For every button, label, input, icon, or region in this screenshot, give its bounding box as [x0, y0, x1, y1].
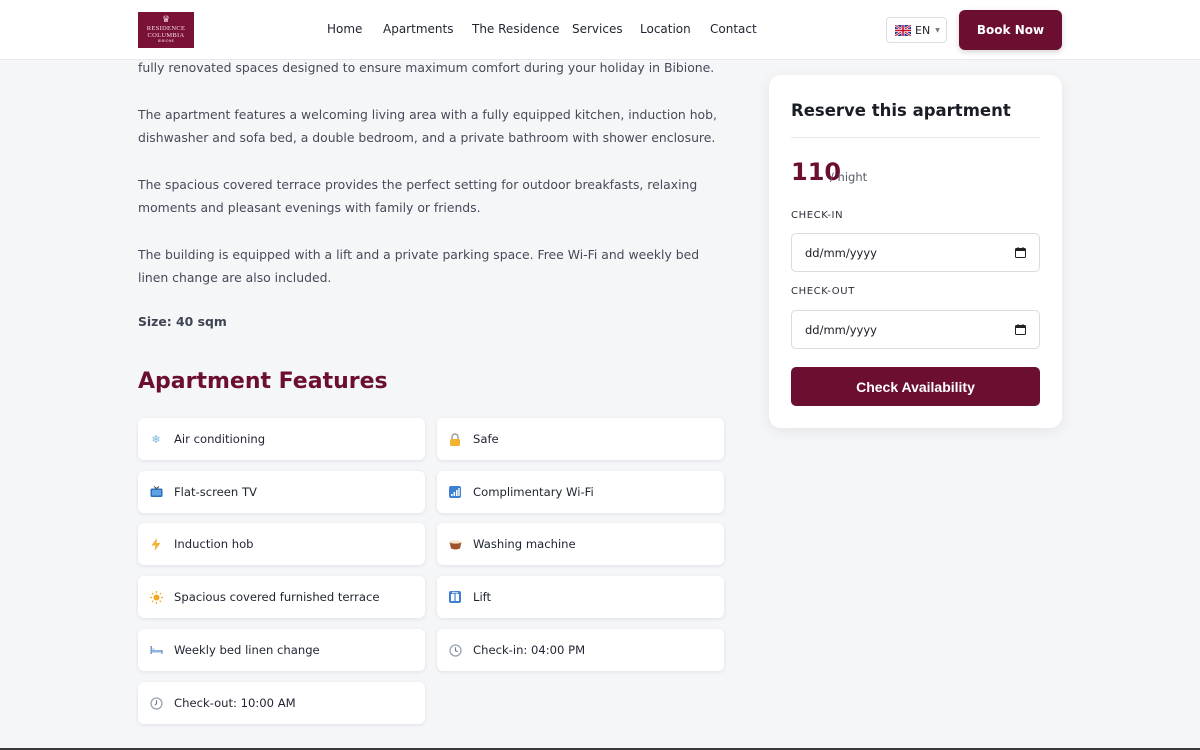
- divider: [791, 137, 1040, 138]
- feature-card: ❄ Air conditioning: [138, 418, 425, 460]
- clock-icon: [448, 643, 462, 657]
- feature-card: Weekly bed linen change: [138, 629, 425, 671]
- booking-title: Reserve this apartment: [791, 101, 1011, 120]
- feature-label: Air conditioning: [174, 432, 266, 446]
- clock-icon: [149, 696, 163, 710]
- nav-services[interactable]: Services: [572, 22, 623, 36]
- booking-card: Reserve this apartment 110 / night CHECK…: [769, 75, 1062, 428]
- check-availability-button[interactable]: Check Availability: [791, 367, 1040, 406]
- checkout-date-input[interactable]: dd/mm/yyyy: [791, 310, 1040, 349]
- uk-flag-icon: [895, 24, 911, 36]
- logo-line-3: BIBIONE: [157, 39, 175, 44]
- signal-bars-icon: [448, 485, 462, 499]
- price-unit: / night: [830, 170, 868, 184]
- checkin-date-value: dd/mm/yyyy: [805, 245, 877, 260]
- nav-the-residence[interactable]: The Residence: [472, 22, 560, 36]
- feature-label: Flat-screen TV: [174, 485, 257, 499]
- chevron-down-icon: ▼: [935, 26, 940, 34]
- nav-apartments[interactable]: Apartments: [383, 22, 453, 36]
- feature-label: Safe: [473, 432, 499, 446]
- checkin-label: CHECK-IN: [791, 210, 844, 221]
- feature-label: Complimentary Wi-Fi: [473, 485, 594, 499]
- feature-card: Washing machine: [437, 523, 724, 565]
- feature-label: Check-out: 10:00 AM: [174, 696, 296, 710]
- language-selector[interactable]: EN ▼: [886, 17, 947, 43]
- description-paragraph: The building is equipped with a lift and…: [138, 246, 700, 286]
- apartment-description: fully renovated spaces designed to ensur…: [138, 56, 728, 313]
- sun-icon: [149, 590, 163, 604]
- feature-card: Induction hob: [138, 523, 425, 565]
- feature-card: Spacious covered furnished terrace: [138, 576, 425, 618]
- site-header: ♛ RESIDENCE COLUMBIA BIBIONE Home Apartm…: [0, 0, 1200, 60]
- checkin-date-input[interactable]: dd/mm/yyyy: [791, 233, 1040, 272]
- feature-card: Check-out: 10:00 AM: [138, 682, 425, 724]
- nav-location[interactable]: Location: [640, 22, 691, 36]
- residence-logo[interactable]: ♛ RESIDENCE COLUMBIA BIBIONE: [138, 12, 194, 48]
- checkout-date-value: dd/mm/yyyy: [805, 322, 877, 337]
- checkout-label: CHECK-OUT: [791, 286, 855, 297]
- feature-card: Lift: [437, 576, 724, 618]
- nav-contact[interactable]: Contact: [710, 22, 757, 36]
- calendar-icon[interactable]: [1015, 247, 1026, 258]
- feature-label: Spacious covered furnished terrace: [174, 590, 380, 604]
- washing-bowl-icon: [448, 537, 462, 551]
- feature-label: Check-in: 04:00 PM: [473, 643, 586, 657]
- apartment-size: Size: 40 sqm: [138, 314, 227, 329]
- snowflake-icon: ❄: [151, 432, 161, 446]
- feature-card: Complimentary Wi-Fi: [437, 471, 724, 513]
- lightning-icon: [149, 537, 163, 551]
- bed-icon: [149, 643, 163, 657]
- feature-card: Safe: [437, 418, 724, 460]
- tv-icon: [149, 485, 163, 499]
- feature-label: Weekly bed linen change: [174, 643, 320, 657]
- language-code: EN: [915, 23, 931, 37]
- crest-icon: ♛: [161, 15, 171, 26]
- feature-card: Flat-screen TV: [138, 471, 425, 513]
- feature-label: Lift: [473, 590, 492, 604]
- feature-label: Washing machine: [473, 537, 576, 551]
- book-now-button[interactable]: Book Now: [959, 10, 1062, 50]
- elevator-icon: [448, 590, 462, 604]
- calendar-icon[interactable]: [1015, 324, 1026, 335]
- description-paragraph: The spacious covered terrace provides th…: [138, 176, 698, 216]
- feature-label: Induction hob: [174, 537, 254, 551]
- nav-home[interactable]: Home: [327, 22, 362, 36]
- features-heading: Apartment Features: [138, 369, 388, 394]
- feature-card: Check-in: 04:00 PM: [437, 629, 724, 671]
- lock-icon: [448, 432, 462, 446]
- description-paragraph: The apartment features a welcoming livin…: [138, 106, 717, 146]
